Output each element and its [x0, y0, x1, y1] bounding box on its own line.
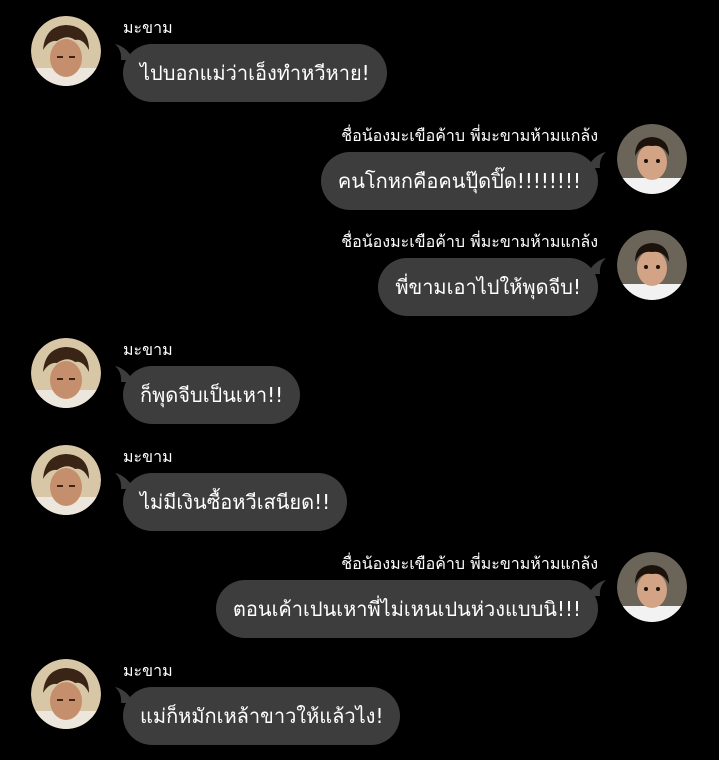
- sender-name: ชื่อน้องมะเขือค้าบ พี่มะขามห้ามแกล้ง: [341, 126, 598, 145]
- message-bubble[interactable]: ก็พุดจีบเป็นเหา!!: [123, 366, 301, 424]
- chat-thread[interactable]: มะขาม ไปบอกแม่ว่าเอ็งทำหวีหาย! ชื่อน้องม…: [0, 0, 719, 760]
- message-bubble[interactable]: พี่ขามเอาไปให้พุดจีบ!: [378, 258, 598, 316]
- little-boy-avatar[interactable]: [617, 124, 687, 194]
- sender-name: มะขาม: [123, 447, 173, 466]
- message-bubble[interactable]: คนโกหกคือคนปุ๊ดปิ๊ด!!!!!!!!: [320, 152, 598, 210]
- older-boy-avatar[interactable]: [31, 16, 101, 86]
- message-bubble[interactable]: แม่ก็หมักเหล้าขาวให้แล้วไง!: [123, 687, 401, 745]
- older-boy-avatar[interactable]: [31, 445, 101, 515]
- sender-name: ชื่อน้องมะเขือค้าบ พี่มะขามห้ามแกล้ง: [341, 554, 598, 573]
- message-bubble[interactable]: ไม่มีเงินซื้อหวีเสนียด!!: [123, 473, 348, 531]
- sender-name: มะขาม: [123, 18, 173, 37]
- little-boy-avatar[interactable]: [617, 230, 687, 300]
- message-bubble[interactable]: ตอนเค้าเปนเหาพี่ไม่เหนเปนห่วงแบบนิ!!!: [215, 580, 598, 638]
- message-bubble[interactable]: ไปบอกแม่ว่าเอ็งทำหวีหาย!: [123, 44, 387, 102]
- older-boy-avatar[interactable]: [31, 338, 101, 408]
- sender-name: มะขาม: [123, 340, 173, 359]
- older-boy-avatar[interactable]: [31, 659, 101, 729]
- sender-name: ชื่อน้องมะเขือค้าบ พี่มะขามห้ามแกล้ง: [341, 232, 598, 251]
- sender-name: มะขาม: [123, 661, 173, 680]
- little-boy-avatar[interactable]: [617, 552, 687, 622]
